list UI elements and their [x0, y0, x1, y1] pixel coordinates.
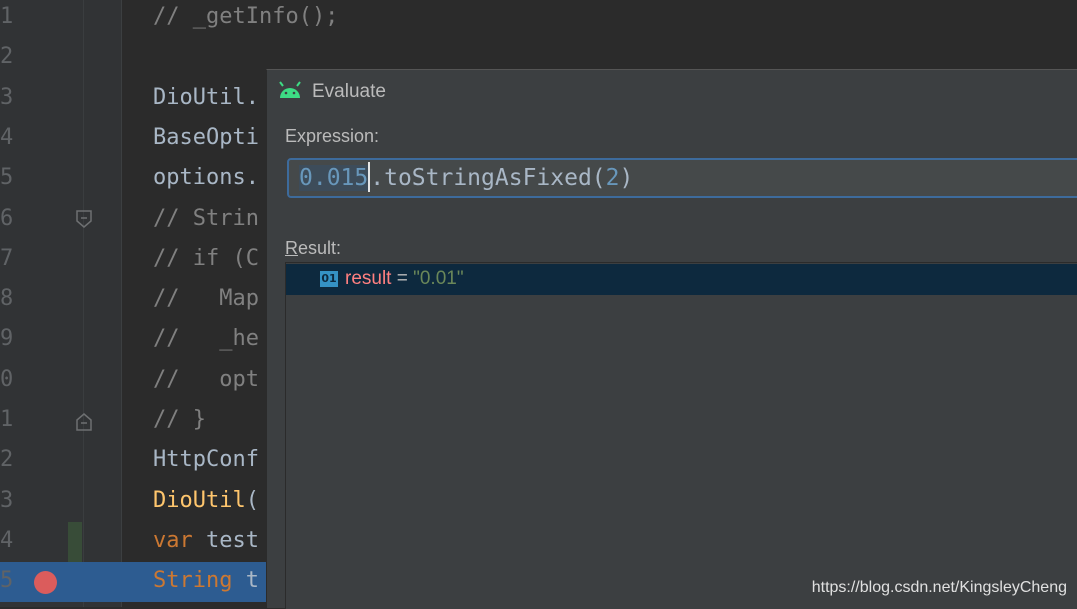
line-number[interactable]: 4 — [0, 521, 14, 561]
line-number[interactable]: 0 — [0, 360, 14, 400]
line-number[interactable]: 4 — [0, 118, 14, 158]
code-text: // opt — [153, 360, 259, 400]
result-tree[interactable]: 01 result = "0.01" — [285, 262, 1077, 609]
code-text: DioUtil. — [153, 78, 259, 118]
result-equals: = — [391, 268, 414, 289]
line-number[interactable]: 9 — [0, 319, 14, 359]
code-text: // Map — [153, 279, 259, 319]
code-text: DioUtil( — [153, 481, 259, 521]
code-token: // _he — [153, 326, 259, 352]
result-text: result = "0.01" — [345, 268, 464, 290]
expression-text: 0.015.toStringAsFixed(2) — [299, 161, 634, 194]
line-number[interactable]: 7 — [0, 239, 14, 279]
code-token: String — [153, 568, 246, 594]
code-token: ( — [245, 487, 259, 513]
code-text: // if (C — [153, 239, 259, 279]
code-text: // _he — [153, 319, 259, 359]
code-text: // } — [153, 400, 206, 440]
code-line[interactable]: 1 // _getInfo(); — [0, 0, 1077, 37]
expression-argument: 2 — [605, 165, 620, 191]
line-number[interactable]: 6 — [0, 199, 14, 239]
code-token: // Map — [153, 286, 259, 312]
primitive-value-icon: 01 — [320, 271, 338, 287]
result-label: Result: — [285, 238, 341, 259]
result-name: result — [345, 268, 392, 289]
expression-method: .toStringAsFixed( — [370, 165, 606, 191]
code-text: options. — [153, 158, 259, 198]
code-token: DioUtil. — [153, 84, 259, 110]
line-number[interactable]: 5 — [0, 158, 14, 198]
code-token: // if (C — [153, 245, 259, 271]
code-token: HttpConf — [153, 447, 259, 473]
line-number[interactable]: 1 — [0, 400, 14, 440]
expression-close-paren: ) — [619, 165, 634, 191]
result-value: "0.01" — [413, 268, 464, 289]
line-number[interactable]: 8 — [0, 279, 14, 319]
fold-end-icon[interactable] — [75, 412, 93, 432]
code-token: // _getInfo(); — [153, 4, 339, 29]
code-token: options. — [153, 165, 259, 191]
code-token: var — [153, 527, 206, 553]
line-number[interactable]: 3 — [0, 78, 14, 118]
expression-label: Expression: — [285, 126, 380, 146]
code-text: var test — [153, 521, 259, 561]
code-token: // } — [153, 407, 206, 432]
code-token: test — [205, 527, 259, 553]
line-number[interactable]: 5 — [0, 561, 14, 601]
watermark: https://blog.csdn.net/KingsleyCheng — [811, 579, 1067, 596]
line-number[interactable]: 2 — [0, 37, 14, 77]
code-text: String t — [153, 561, 259, 601]
code-text: // _getInfo(); — [153, 0, 338, 37]
result-row[interactable]: 01 result = "0.01" — [286, 264, 1077, 295]
code-token: DioUtil — [153, 487, 246, 513]
expression-selection: 0.015 — [299, 165, 369, 191]
result-label-text: esult: — [298, 238, 342, 258]
code-token: // Strin — [153, 205, 259, 231]
code-token: BaseOpti — [153, 124, 259, 150]
code-text: HttpConf — [153, 440, 259, 480]
line-number[interactable]: 2 — [0, 440, 14, 480]
dialog-title: Evaluate — [312, 81, 386, 102]
code-token: // opt — [153, 366, 259, 392]
code-token: t — [245, 568, 259, 594]
breakpoint-icon[interactable] — [34, 571, 57, 594]
line-number[interactable]: 3 — [0, 481, 14, 521]
code-text: // Strin — [153, 199, 259, 239]
line-number[interactable]: 1 — [0, 0, 14, 37]
code-text: BaseOpti — [153, 118, 259, 158]
expression-input[interactable]: 0.015.toStringAsFixed(2) — [287, 158, 1077, 198]
result-label-mnemonic: R — [285, 238, 298, 258]
evaluate-dialog: Evaluate Expression: 0.015.toStringAsFix… — [266, 69, 1077, 609]
android-icon — [279, 81, 301, 98]
fold-start-icon[interactable] — [75, 209, 93, 229]
dialog-title-bar[interactable]: Evaluate — [267, 70, 1077, 114]
